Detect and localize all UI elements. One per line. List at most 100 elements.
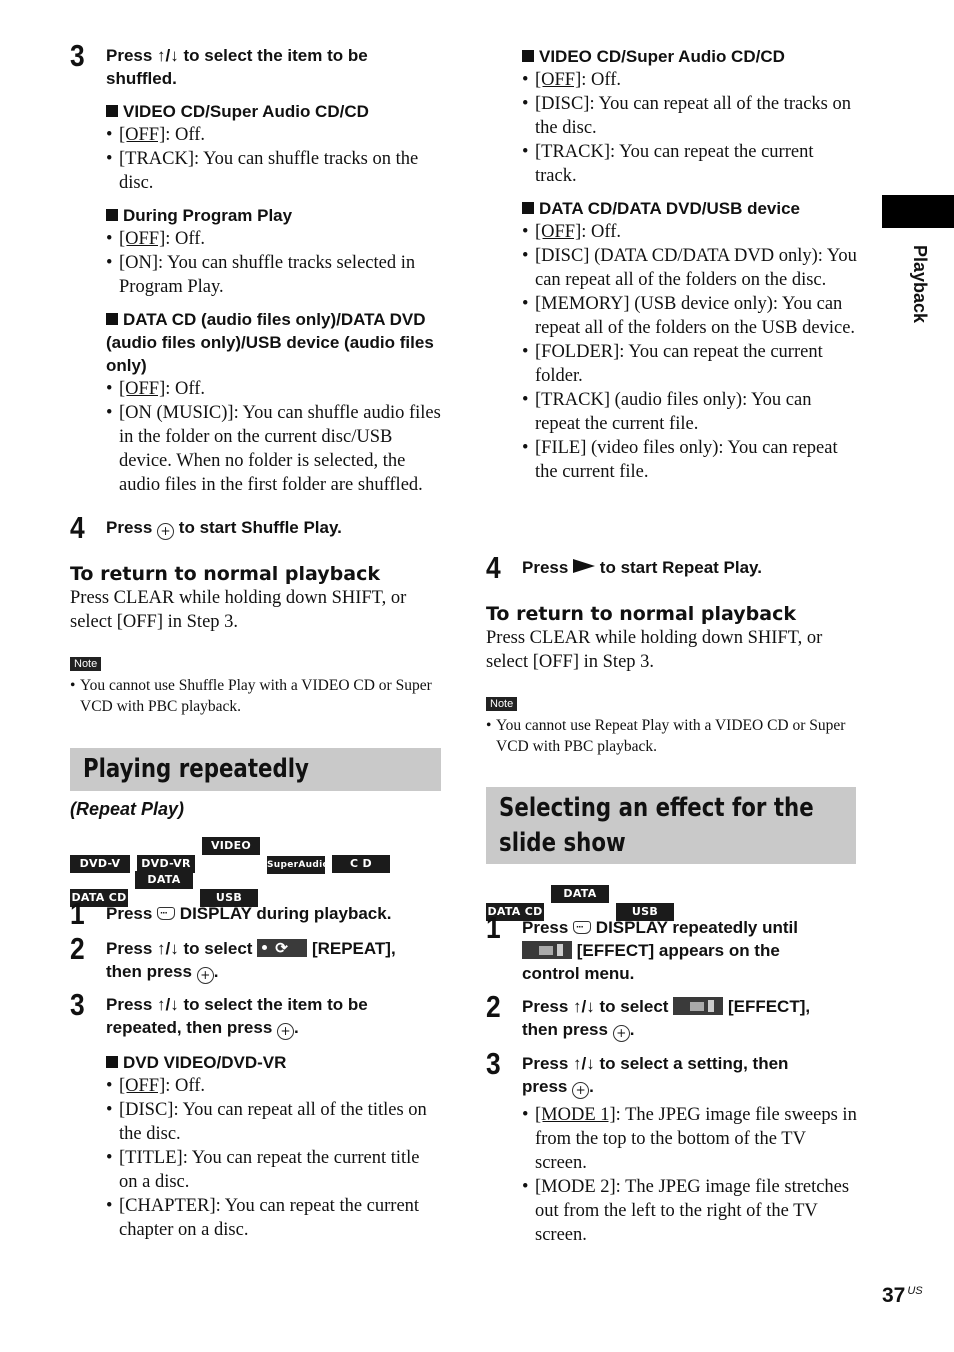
option-key: [OFF] <box>535 222 582 242</box>
step-text-pre: Press <box>106 518 153 537</box>
option-list: [OFF]: Off.[ON (MUSIC)]: You can shuffle… <box>106 377 442 497</box>
repeat-menu-icon: ⟳ <box>257 939 308 957</box>
shuffle-step-3: 3 Press ↑/↓ to select the item to be shu… <box>70 38 442 497</box>
step-text-end: . <box>629 1020 635 1039</box>
option-key: [OFF] <box>119 1076 166 1096</box>
effect-menu-icon <box>522 941 572 959</box>
option-item: [MODE 2]: The JPEG image file stretches … <box>522 1175 858 1247</box>
repeat-step-2: 2 Press ↑/↓ to select ⟳ [REPEAT], then p… <box>70 931 442 984</box>
option-key: [MODE 1] <box>535 1105 616 1125</box>
option-item: [CHAPTER]: You can repeat the current ch… <box>106 1194 442 1242</box>
step-number: 1 <box>486 910 501 945</box>
option-key: [FILE] <box>535 438 587 458</box>
effect-step-2: 2 Press ↑/↓ to select [EFFECT], then pre… <box>486 989 858 1042</box>
enter-button-icon: + <box>157 523 175 540</box>
square-bullet-icon <box>522 202 534 214</box>
step-text-pre: Press ↑/↓ to select <box>106 939 253 958</box>
option-item: [OFF]: Off. <box>106 227 442 251</box>
note: Note You cannot use Shuffle Play with a … <box>70 654 442 717</box>
option-item: [MODE 1]: The JPEG image file sweeps in … <box>522 1103 858 1175</box>
option-desc: : Off. <box>165 379 206 399</box>
step-text-line2: then press <box>106 962 192 981</box>
option-key: [TRACK] <box>535 142 611 162</box>
option-group-title: DVD VIDEO/DVD-VR <box>123 1053 287 1072</box>
option-key: [OFF] <box>535 70 582 90</box>
option-group: DVD VIDEO/DVD-VR [OFF]: Off.[DISC]: You c… <box>106 1051 442 1242</box>
section-header-playing-repeatedly: Playing repeatedly <box>70 748 441 791</box>
option-list: [OFF]: Off.[DISC]: You can repeat all of… <box>106 1074 442 1242</box>
option-item: [MEMORY] (USB device only): You can repe… <box>522 292 858 340</box>
option-groups: DVD VIDEO/DVD-VR [OFF]: Off.[DISC]: You c… <box>106 1051 442 1242</box>
option-group: DATA CD (audio files only)/DATA DVD (aud… <box>106 308 442 497</box>
note-text: You cannot use Shuffle Play with a VIDEO… <box>70 675 442 717</box>
return-heading: To return to normal playback <box>486 603 796 625</box>
option-key: [TITLE] <box>119 1148 183 1168</box>
option-item: [TRACK]: You can shuffle tracks on the d… <box>106 147 442 195</box>
step-text-post: DISPLAY during playback. <box>179 904 392 923</box>
step-text-line1: Press ↑/↓ to select a setting, then <box>522 1054 789 1073</box>
option-key: [MEMORY] <box>535 294 630 314</box>
option-item: [DISC]: You can repeat all of the tracks… <box>522 92 858 140</box>
option-item: [ON (MUSIC)]: You can shuffle audio file… <box>106 401 442 497</box>
step-number: 1 <box>70 896 85 931</box>
enter-button-icon: + <box>572 1082 590 1099</box>
step-text-post: [EFFECT], <box>727 997 811 1016</box>
play-icon <box>573 559 596 573</box>
step-number: 3 <box>70 38 85 73</box>
step-number: 4 <box>486 550 501 585</box>
section-header-slide-show-effect: Selecting an effect for the slide show <box>486 787 856 864</box>
option-key: [DISC] <box>535 246 590 266</box>
step-number: 2 <box>486 989 501 1024</box>
return-text: Press CLEAR while holding down SHIFT, or… <box>70 588 407 632</box>
option-item: [OFF]: Off. <box>522 68 858 92</box>
option-list: [OFF]: Off.[TRACK]: You can shuffle trac… <box>106 123 442 195</box>
effect-step-1: 1 Press DISPLAY repeatedly until [EFFECT… <box>486 910 858 985</box>
option-key: [OFF] <box>119 125 166 145</box>
enter-button-icon: + <box>277 1023 295 1040</box>
option-key: [FOLDER] <box>535 342 620 362</box>
repeat-step-4: 4 Press to start Repeat Play. <box>486 550 858 585</box>
option-key: [TRACK] <box>119 149 195 169</box>
step-text-pre: Press <box>522 918 569 937</box>
option-group-title: During Program Play <box>123 206 293 225</box>
step-number: 4 <box>70 510 85 545</box>
enter-button-icon: + <box>612 1025 630 1042</box>
option-item: [DISC] (DATA CD/DATA DVD only): You can … <box>522 244 858 292</box>
step-text-post: DISPLAY repeatedly until <box>595 918 798 937</box>
option-desc: : Off. <box>165 229 206 249</box>
square-bullet-icon <box>106 1056 118 1068</box>
option-item: [TRACK]: You can repeat the current trac… <box>522 140 858 188</box>
section-subtitle: (Repeat Play) <box>70 799 185 819</box>
option-key: [ON (MUSIC)] <box>119 403 234 423</box>
media-tags-row-1: DVD-V DVD-VRVIDEO CD SuperAudioCD C D <box>70 837 442 874</box>
option-item: [TRACK] (audio files only): You can repe… <box>522 388 858 436</box>
step-text-post: to start Shuffle Play. <box>178 518 342 537</box>
option-group-heading: VIDEO CD/Super Audio CD/CD <box>522 45 858 68</box>
option-item: [FOLDER]: You can repeat the current fol… <box>522 340 858 388</box>
note-badge: Note <box>70 657 102 671</box>
option-list: [OFF]: Off.[DISC]: You can repeat all of… <box>522 68 858 188</box>
option-item: [OFF]: Off. <box>522 220 858 244</box>
option-list: [OFF]: Off.[DISC] (DATA CD/DATA DVD only… <box>522 220 858 484</box>
step-text-line2: then press <box>522 1020 608 1039</box>
option-group-title: VIDEO CD/Super Audio CD/CD <box>539 47 785 66</box>
option-key: [DISC] <box>119 1100 174 1120</box>
option-key: [DISC] <box>535 94 590 114</box>
option-item: [OFF]: Off. <box>106 377 442 401</box>
section-tab-marker <box>882 195 954 228</box>
repeat-step-1: 1 Press DISPLAY during playback. <box>70 896 442 931</box>
square-bullet-icon <box>522 50 534 62</box>
option-group-heading: DVD VIDEO/DVD-VR <box>106 1051 442 1074</box>
media-tag-video-cd: VIDEO CD <box>202 837 260 870</box>
step-text-end: . <box>294 1018 299 1037</box>
section-title-line1: Selecting an effect for the <box>499 793 814 823</box>
effect-step-3: 3 Press ↑/↓ to select a setting, then pr… <box>486 1046 858 1247</box>
option-item: [ON]: You can shuffle tracks selected in… <box>106 251 442 299</box>
step-number: 2 <box>70 931 85 966</box>
option-desc: : Off. <box>581 70 622 90</box>
step-text-post: [REPEAT], <box>311 939 396 958</box>
step-number: 3 <box>486 1046 501 1081</box>
enter-button-icon: + <box>196 967 214 984</box>
option-key: [CHAPTER] <box>119 1196 216 1216</box>
return-heading: To return to normal playback <box>70 563 380 585</box>
